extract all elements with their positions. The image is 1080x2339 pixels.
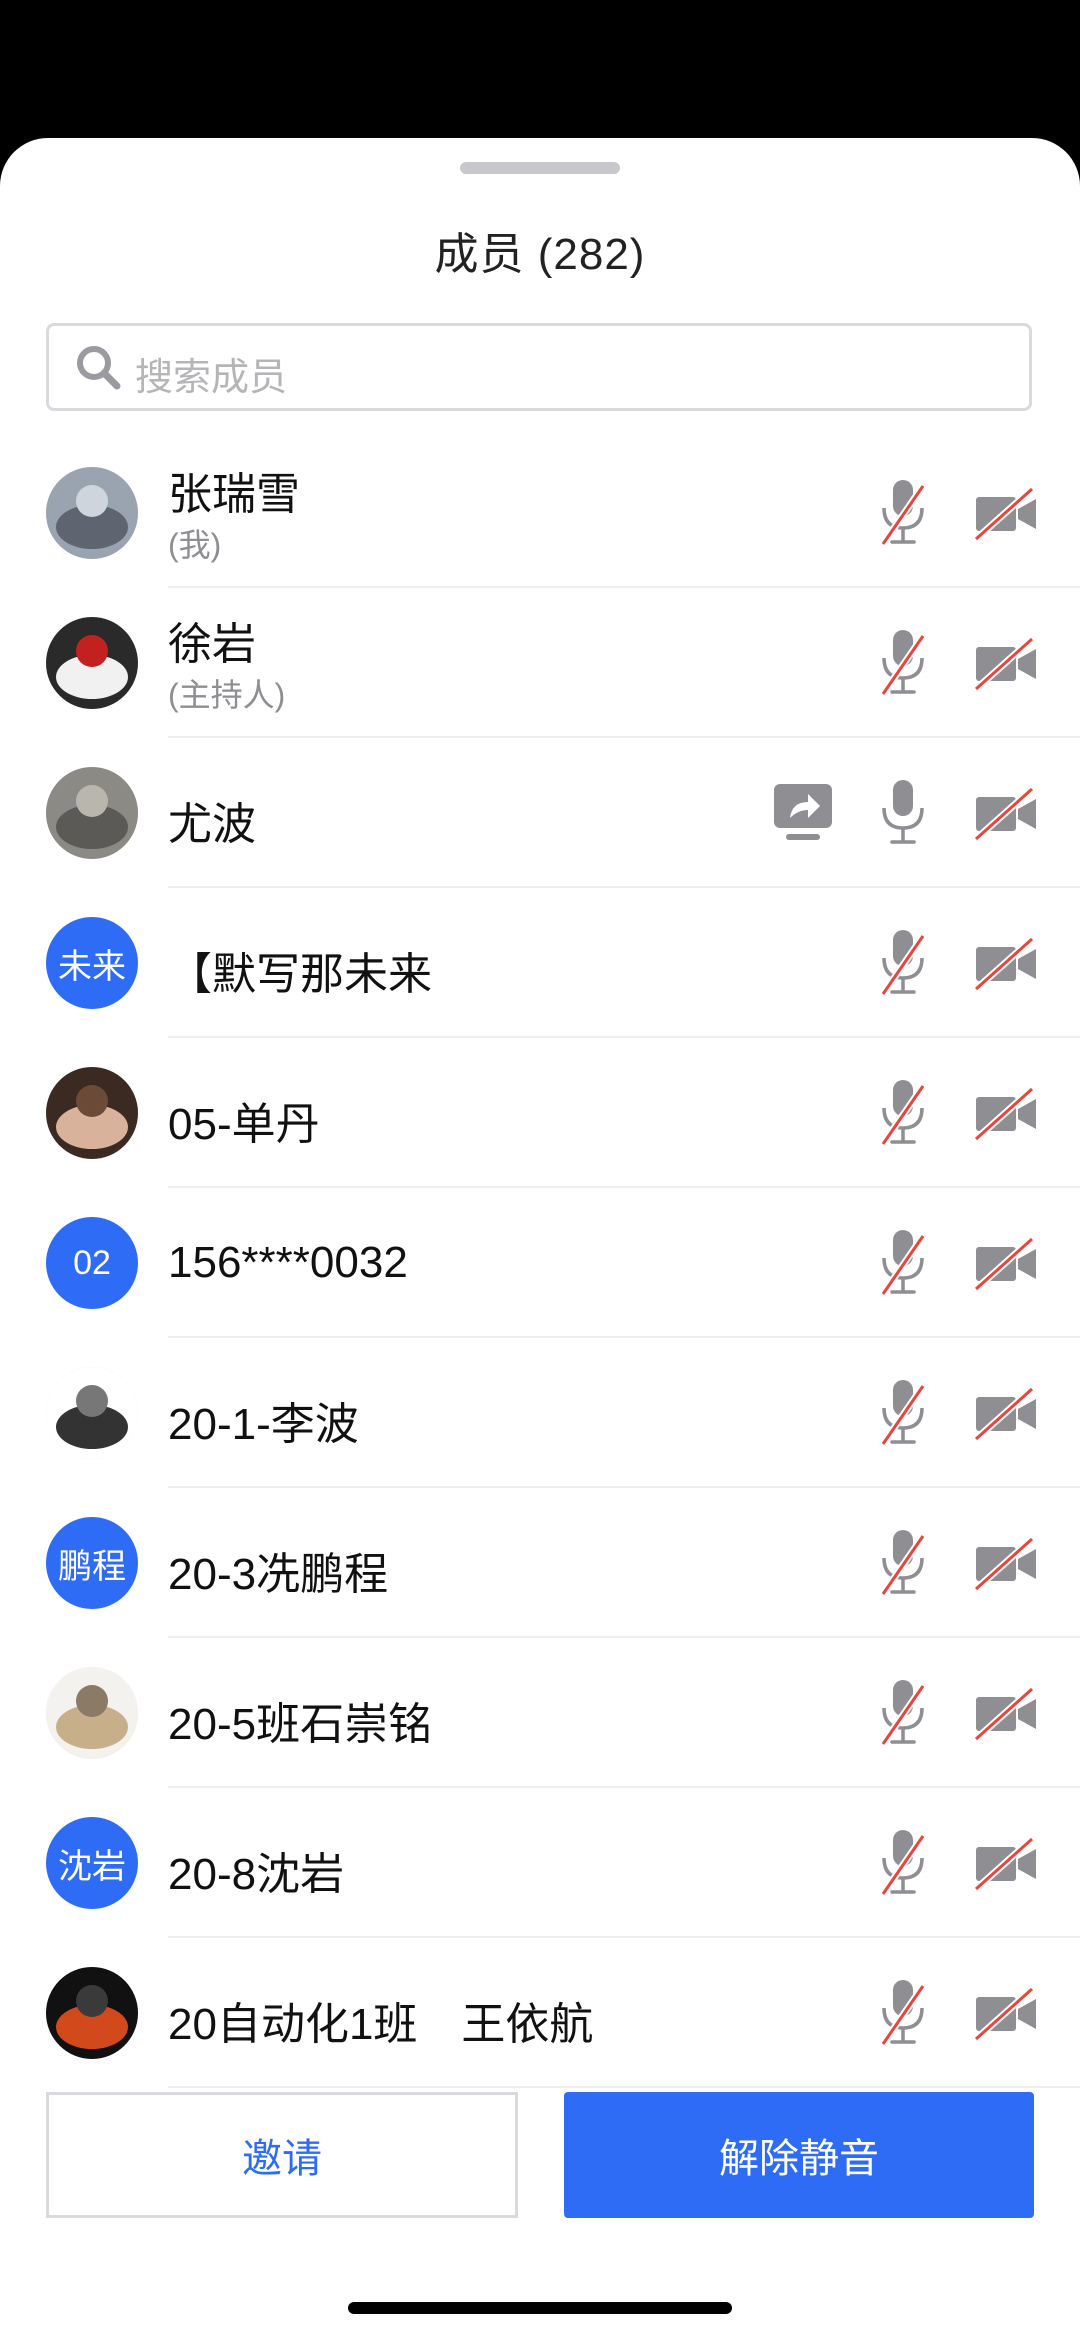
unmute-button[interactable]: 解除静音 xyxy=(564,2092,1034,2218)
search-icon xyxy=(77,346,121,390)
mic-icon[interactable] xyxy=(878,778,928,848)
member-row[interactable]: 20-1-李波 xyxy=(0,1338,1080,1488)
member-name: 【默写那未来 xyxy=(168,950,432,999)
member-name: 20-1-李波 xyxy=(168,1400,359,1449)
camera-off-icon[interactable] xyxy=(973,1985,1038,2042)
member-name: 05-单丹 xyxy=(168,1100,320,1149)
member-row[interactable]: 20自动化1班 王依航 xyxy=(0,1938,1080,2088)
avatar: 02 xyxy=(46,1217,138,1309)
camera-off-icon[interactable] xyxy=(973,1235,1038,1292)
member-name: 徐岩 xyxy=(168,620,256,669)
invite-button[interactable]: 邀请 xyxy=(46,2092,518,2218)
avatar xyxy=(46,767,138,859)
member-role: (我) xyxy=(168,527,222,563)
avatar xyxy=(46,1667,138,1759)
mic-muted-icon[interactable] xyxy=(878,1978,928,2048)
camera-off-icon[interactable] xyxy=(973,1535,1038,1592)
camera-off-icon[interactable] xyxy=(973,1085,1038,1142)
mic-muted-icon[interactable] xyxy=(878,1378,928,1448)
mic-muted-icon[interactable] xyxy=(878,1078,928,1148)
avatar: 未来 xyxy=(46,917,138,1009)
member-row[interactable]: 20-5班石崇铭 xyxy=(0,1638,1080,1788)
avatar-text: 未来 xyxy=(58,947,126,986)
member-row[interactable]: 02 156****0032 xyxy=(0,1188,1080,1338)
camera-off-icon[interactable] xyxy=(973,935,1038,992)
member-row[interactable]: 鹏程 20-3冼鹏程 xyxy=(0,1488,1080,1638)
member-row[interactable]: 徐岩 (主持人) xyxy=(0,588,1080,738)
avatar xyxy=(46,1367,138,1459)
member-row[interactable]: 未来 【默写那未来 xyxy=(0,888,1080,1038)
avatar xyxy=(46,1967,138,2059)
camera-off-icon[interactable] xyxy=(973,635,1038,692)
member-row[interactable]: 张瑞雪 (我) xyxy=(0,438,1080,588)
camera-off-icon[interactable] xyxy=(973,485,1038,542)
mic-muted-icon[interactable] xyxy=(878,1528,928,1598)
mic-muted-icon[interactable] xyxy=(878,478,928,548)
sheet-grabber[interactable] xyxy=(460,162,620,174)
row-divider xyxy=(168,2086,1080,2088)
avatar-text: 鹏程 xyxy=(58,1547,126,1586)
avatar xyxy=(46,617,138,709)
member-role: (主持人) xyxy=(168,677,286,713)
member-name: 156****0032 xyxy=(168,1238,408,1287)
mic-muted-icon[interactable] xyxy=(878,628,928,698)
avatar: 鹏程 xyxy=(46,1517,138,1609)
member-name: 20-8沈岩 xyxy=(168,1850,345,1899)
camera-off-icon[interactable] xyxy=(973,1385,1038,1442)
camera-off-icon[interactable] xyxy=(973,1685,1038,1742)
member-name: 20-3冼鹏程 xyxy=(168,1550,389,1599)
member-name: 尤波 xyxy=(168,800,256,849)
member-row[interactable]: 05-单丹 xyxy=(0,1038,1080,1188)
member-name: 20自动化1班 王依航 xyxy=(168,2000,594,2049)
member-name: 张瑞雪 xyxy=(168,470,300,519)
avatar xyxy=(46,1067,138,1159)
mic-muted-icon[interactable] xyxy=(878,928,928,998)
avatar-text: 沈岩 xyxy=(58,1847,126,1886)
mic-muted-icon[interactable] xyxy=(878,1828,928,1898)
search-placeholder: 搜索成员 xyxy=(135,357,288,399)
member-name: 20-5班石崇铭 xyxy=(168,1700,433,1749)
member-list: 张瑞雪 (我) 徐岩 (主持人) 尤波未来 【默写那未来 05-单丹 02 156****003… xyxy=(0,438,1080,2088)
camera-off-icon[interactable] xyxy=(973,1835,1038,1892)
avatar: 沈岩 xyxy=(46,1817,138,1909)
avatar-text: 02 xyxy=(73,1243,111,1282)
page-title: 成员 (282) xyxy=(434,230,646,279)
screen-share-icon[interactable] xyxy=(772,782,834,844)
mic-muted-icon[interactable] xyxy=(878,1228,928,1298)
mic-muted-icon[interactable] xyxy=(878,1678,928,1748)
members-sheet: 成员 (282) 搜索成员 张瑞雪 (我) 徐岩 (主持人) 尤波未来 【默写那未来 05-… xyxy=(0,138,1080,2339)
avatar xyxy=(46,467,138,559)
camera-off-icon[interactable] xyxy=(973,785,1038,842)
member-row[interactable]: 尤波 xyxy=(0,738,1080,888)
search-input[interactable]: 搜索成员 xyxy=(46,323,1032,411)
member-row[interactable]: 沈岩 20-8沈岩 xyxy=(0,1788,1080,1938)
home-indicator xyxy=(348,2302,732,2314)
